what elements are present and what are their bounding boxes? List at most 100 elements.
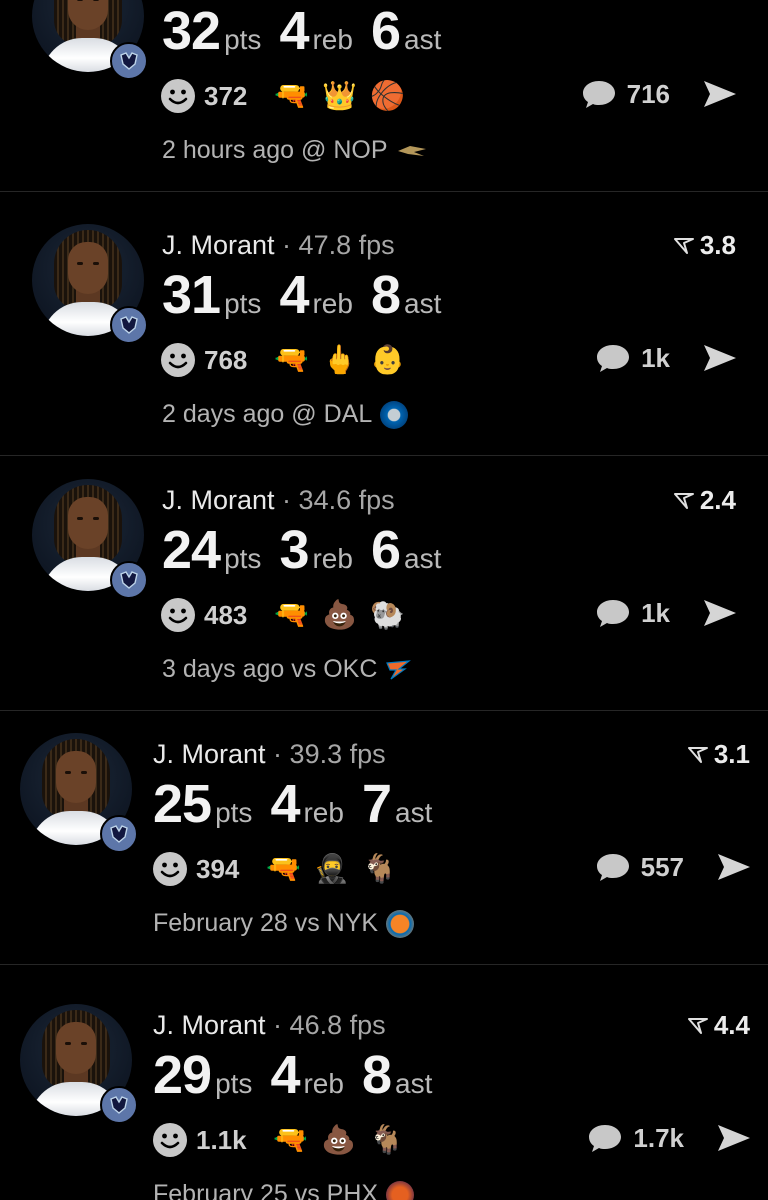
- smiley-icon[interactable]: [160, 342, 196, 378]
- middle-finger-icon[interactable]: 🖕: [319, 342, 359, 378]
- post-card[interactable]: J. Morant · 47.8 fps 3.8 31 pts 4 reb 8 ast 7…: [0, 202, 768, 456]
- comment-count: 1k: [641, 342, 670, 373]
- game-time-label: 2 hours ago @ NOP: [162, 136, 388, 164]
- poop-icon[interactable]: 💩: [319, 597, 359, 633]
- send-icon[interactable]: [716, 851, 752, 883]
- comment-icon[interactable]: [595, 597, 631, 629]
- rating-value: 3.8: [699, 230, 736, 260]
- reaction-count: 394: [196, 853, 240, 884]
- stat-line: 31 pts 4 reb 8 ast: [162, 264, 459, 326]
- rebounds-label: reb: [303, 797, 344, 828]
- comment-count: 716: [626, 78, 670, 109]
- player-name[interactable]: J. Morant: [153, 739, 266, 769]
- reactions-row: 768 🔫 🖕 👶: [160, 342, 407, 378]
- player-name[interactable]: J. Morant: [153, 1010, 266, 1040]
- goat-icon[interactable]: 🐐: [359, 851, 399, 887]
- post-card[interactable]: J. Morant · 39.3 fps 3.1 25 pts 4 reb 7 ast 3…: [0, 711, 768, 965]
- baby-icon[interactable]: 👶: [367, 342, 407, 378]
- rating-flag-icon: [687, 1017, 708, 1034]
- player-name[interactable]: J. Morant: [162, 230, 275, 260]
- stat-line: 24 pts 3 reb 6 ast: [162, 519, 459, 581]
- points-value: 29: [153, 1045, 212, 1105]
- assists-label: ast: [395, 797, 433, 828]
- comments-row: 557: [595, 851, 752, 883]
- game-context: February 25 vs PHX: [153, 1180, 415, 1200]
- smiley-icon[interactable]: [160, 78, 196, 114]
- comment-icon[interactable]: [581, 78, 617, 110]
- send-icon[interactable]: [702, 78, 738, 110]
- points-value: 31: [162, 265, 221, 325]
- assists-label: ast: [404, 24, 442, 55]
- post-headline: J. Morant · 34.6 fps: [162, 485, 395, 515]
- points-value: 32: [162, 1, 221, 61]
- ninja-icon[interactable]: 🥷: [311, 851, 351, 887]
- rebounds-label: reb: [312, 24, 353, 55]
- reaction-count: 483: [204, 599, 248, 630]
- team-logo-icon: [110, 42, 148, 80]
- rating-flag-icon: [687, 746, 708, 763]
- rating-value: 2.4: [699, 485, 736, 515]
- smiley-icon[interactable]: [160, 597, 196, 633]
- comments-row: 716: [581, 78, 738, 110]
- reaction-count: 372: [204, 80, 248, 111]
- thunder-logo-icon: [386, 659, 412, 679]
- reaction-count: 768: [204, 344, 248, 375]
- team-logo-icon: [100, 1086, 138, 1124]
- reaction-count: 1.1k: [196, 1124, 247, 1155]
- rating: 3.8: [673, 230, 736, 261]
- comment-count: 1k: [641, 597, 670, 628]
- water-gun-icon[interactable]: 🔫: [271, 78, 311, 114]
- rating-flag-icon: [673, 492, 694, 509]
- post-headline: J. Morant · 47.8 fps: [162, 230, 395, 260]
- send-icon[interactable]: [716, 1122, 752, 1154]
- points-label: pts: [215, 797, 253, 828]
- crown-icon[interactable]: 👑: [319, 78, 359, 114]
- water-gun-icon[interactable]: 🔫: [271, 597, 311, 633]
- points-label: pts: [224, 288, 262, 319]
- ram-icon[interactable]: 🐏: [367, 597, 407, 633]
- stat-line: 29 pts 4 reb 8 ast: [153, 1044, 450, 1106]
- game-context: 3 days ago vs OKC: [162, 655, 412, 684]
- rebounds-label: reb: [303, 1068, 344, 1099]
- comment-icon[interactable]: [595, 342, 631, 374]
- stat-feed: 32 pts 4 reb 6 ast 372 🔫 👑 🏀 716 2 hours ago …: [0, 0, 768, 1200]
- points-label: pts: [215, 1068, 253, 1099]
- assists-value: 7: [361, 774, 392, 834]
- post-card[interactable]: J. Morant · 34.6 fps 2.4 24 pts 3 reb 6 ast 4…: [0, 457, 768, 711]
- stat-line: 25 pts 4 reb 7 ast: [153, 773, 450, 835]
- game-time-label: 2 days ago @ DAL: [162, 400, 373, 428]
- comments-row: 1k: [595, 597, 738, 629]
- smiley-icon[interactable]: [152, 1122, 188, 1158]
- rebounds-label: reb: [312, 543, 353, 574]
- post-card[interactable]: J. Morant · 46.8 fps 4.4 29 pts 4 reb 8 ast 1…: [0, 982, 768, 1200]
- assists-label: ast: [395, 1068, 433, 1099]
- send-icon[interactable]: [702, 342, 738, 374]
- comment-icon[interactable]: [587, 1122, 623, 1154]
- comments-row: 1k: [595, 342, 738, 374]
- fps-value: 47.8 fps: [298, 230, 395, 260]
- rebounds-value: 4: [270, 1045, 300, 1105]
- comment-icon[interactable]: [595, 851, 631, 883]
- reactions-row: 394 🔫 🥷 🐐: [152, 851, 399, 887]
- post-headline: J. Morant · 46.8 fps: [153, 1010, 386, 1040]
- rebounds-label: reb: [312, 288, 353, 319]
- game-context: 2 hours ago @ NOP: [162, 136, 428, 165]
- water-gun-icon[interactable]: 🔫: [263, 851, 303, 887]
- smiley-icon[interactable]: [152, 851, 188, 887]
- send-icon[interactable]: [702, 597, 738, 629]
- assists-value: 6: [370, 520, 401, 580]
- fps-value: 39.3 fps: [289, 739, 386, 769]
- stat-line: 32 pts 4 reb 6 ast: [162, 0, 459, 62]
- goat-icon[interactable]: 🐐: [367, 1122, 407, 1158]
- water-gun-icon[interactable]: 🔫: [271, 342, 311, 378]
- basketball-icon[interactable]: 🏀: [367, 78, 407, 114]
- post-headline: J. Morant · 39.3 fps: [153, 739, 386, 769]
- reactions-row: 483 🔫 💩 🐏: [160, 597, 407, 633]
- water-gun-icon[interactable]: 🔫: [271, 1122, 311, 1158]
- comments-row: 1.7k: [587, 1122, 752, 1154]
- player-name[interactable]: J. Morant: [162, 485, 275, 515]
- rating-value: 4.4: [713, 1010, 750, 1040]
- rebounds-value: 4: [279, 1, 309, 61]
- post-card[interactable]: 32 pts 4 reb 6 ast 372 🔫 👑 🏀 716 2 hours ago …: [0, 0, 768, 192]
- poop-icon[interactable]: 💩: [319, 1122, 359, 1158]
